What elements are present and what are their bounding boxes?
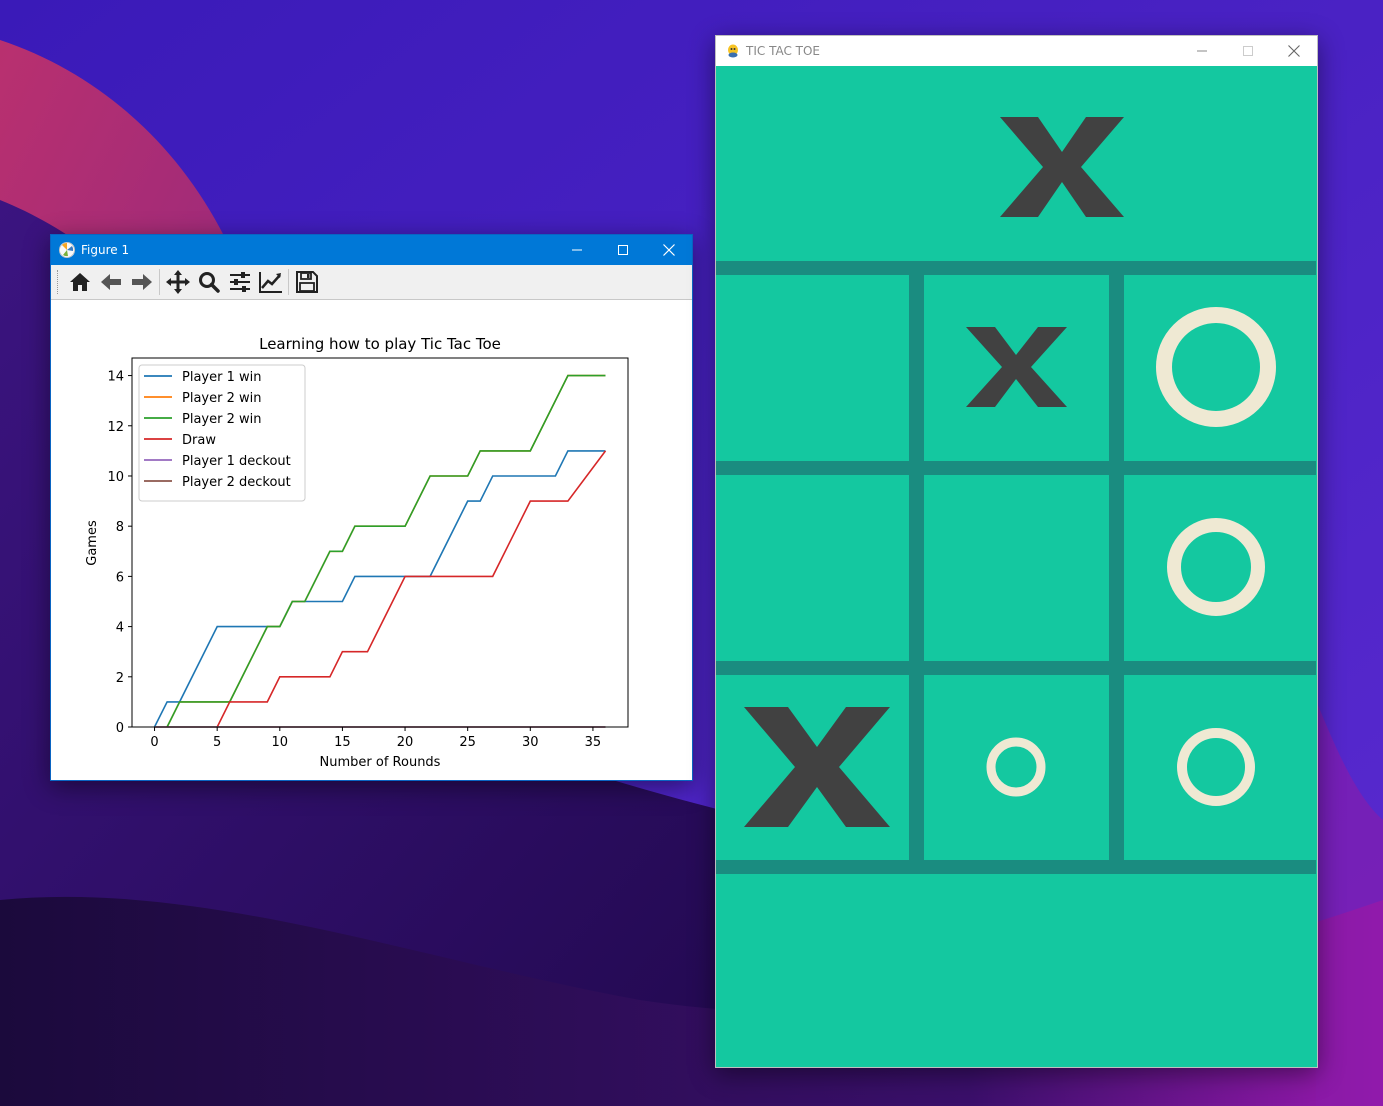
y-tick-label: 4 xyxy=(116,621,124,636)
navigation-toolbar xyxy=(51,265,692,300)
x-tick-label: 5 xyxy=(213,735,221,750)
home-button[interactable] xyxy=(64,267,95,297)
legend-label: Player 2 win xyxy=(182,412,261,427)
pan-button[interactable] xyxy=(162,267,193,297)
toolbar-separator xyxy=(288,269,289,295)
y-axis-label: Games xyxy=(85,520,100,566)
close-button[interactable] xyxy=(646,235,692,265)
forward-button[interactable] xyxy=(126,267,157,297)
x-tick-label: 30 xyxy=(522,735,539,750)
x-tick-label: 25 xyxy=(459,735,476,750)
plot-canvas[interactable]: Learning how to play Tic Tac Toe 0 5 10 15 2… xyxy=(51,300,692,780)
edit-axis-icon xyxy=(258,272,282,293)
toolbar-separator xyxy=(159,269,160,295)
matplotlib-app-icon xyxy=(59,242,75,258)
y-tick-label: 0 xyxy=(116,721,124,736)
figure-titlebar[interactable]: Figure 1 xyxy=(51,235,692,265)
y-tick-label: 6 xyxy=(116,570,124,585)
close-icon xyxy=(1288,45,1300,57)
x-tick-label: 10 xyxy=(272,735,289,750)
grid-line xyxy=(716,461,1316,475)
legend-label: Player 2 win xyxy=(182,391,261,406)
legend: Player 1 win Player 2 win Player 2 win Draw… xyxy=(138,364,306,502)
save-icon xyxy=(295,271,318,293)
maximize-button[interactable] xyxy=(600,235,646,265)
figure-window: Figure 1 Learning how to play Tic Tac To… xyxy=(50,234,693,781)
legend-label: Player 2 deckout xyxy=(182,475,291,490)
close-button[interactable] xyxy=(1271,36,1317,66)
configure-subplots-button[interactable] xyxy=(224,267,255,297)
game-titlebar[interactable]: TIC TAC TOE xyxy=(716,36,1317,66)
x-tick-label: 0 xyxy=(150,735,158,750)
toolbar-grip xyxy=(57,270,60,294)
legend-label: Player 1 deckout xyxy=(182,454,291,469)
close-icon xyxy=(663,244,675,256)
y-tick-label: 2 xyxy=(116,671,124,686)
chart-title: Learning how to play Tic Tac Toe xyxy=(259,335,501,353)
x-tick-label: 15 xyxy=(334,735,351,750)
board-canvas[interactable] xyxy=(716,67,1316,1067)
home-icon xyxy=(69,273,90,291)
line-chart: Learning how to play Tic Tac Toe 0 5 10 15 2… xyxy=(85,335,629,770)
back-button[interactable] xyxy=(95,267,126,297)
x-tick-label: 35 xyxy=(585,735,602,750)
pan-icon xyxy=(165,270,190,294)
minimize-button[interactable] xyxy=(554,235,600,265)
forward-arrow-icon xyxy=(131,274,152,290)
legend-label: Player 1 win xyxy=(182,370,261,385)
grid-line xyxy=(716,261,1316,275)
save-button[interactable] xyxy=(291,267,322,297)
back-arrow-icon xyxy=(100,274,121,290)
y-tick-label: 12 xyxy=(107,420,124,435)
pygame-snake-icon xyxy=(728,44,738,58)
y-tick-label: 10 xyxy=(107,470,124,485)
y-tick-label: 14 xyxy=(107,370,124,385)
maximize-icon xyxy=(1243,46,1253,56)
minimize-icon xyxy=(1197,50,1207,52)
grid-line xyxy=(909,275,924,861)
grid-line xyxy=(716,661,1316,675)
edit-axis-button[interactable] xyxy=(255,267,286,297)
window-title: Figure 1 xyxy=(81,243,130,257)
grid-line xyxy=(1109,275,1124,861)
minimize-button[interactable] xyxy=(1179,36,1225,66)
maximize-button xyxy=(1225,36,1271,66)
y-tick-label: 8 xyxy=(116,520,124,535)
x-tick-label: 20 xyxy=(397,735,414,750)
zoom-icon xyxy=(198,272,220,293)
grid-line xyxy=(716,860,1316,874)
x-axis-label: Number of Rounds xyxy=(320,755,441,770)
minimize-icon xyxy=(572,249,582,251)
maximize-icon xyxy=(618,245,628,255)
subplots-config-icon xyxy=(229,272,250,292)
window-title: TIC TAC TOE xyxy=(746,44,821,58)
game-board[interactable] xyxy=(716,67,1316,1067)
legend-label: Draw xyxy=(182,433,216,448)
zoom-button[interactable] xyxy=(193,267,224,297)
game-window: TIC TAC TOE xyxy=(715,35,1318,1068)
